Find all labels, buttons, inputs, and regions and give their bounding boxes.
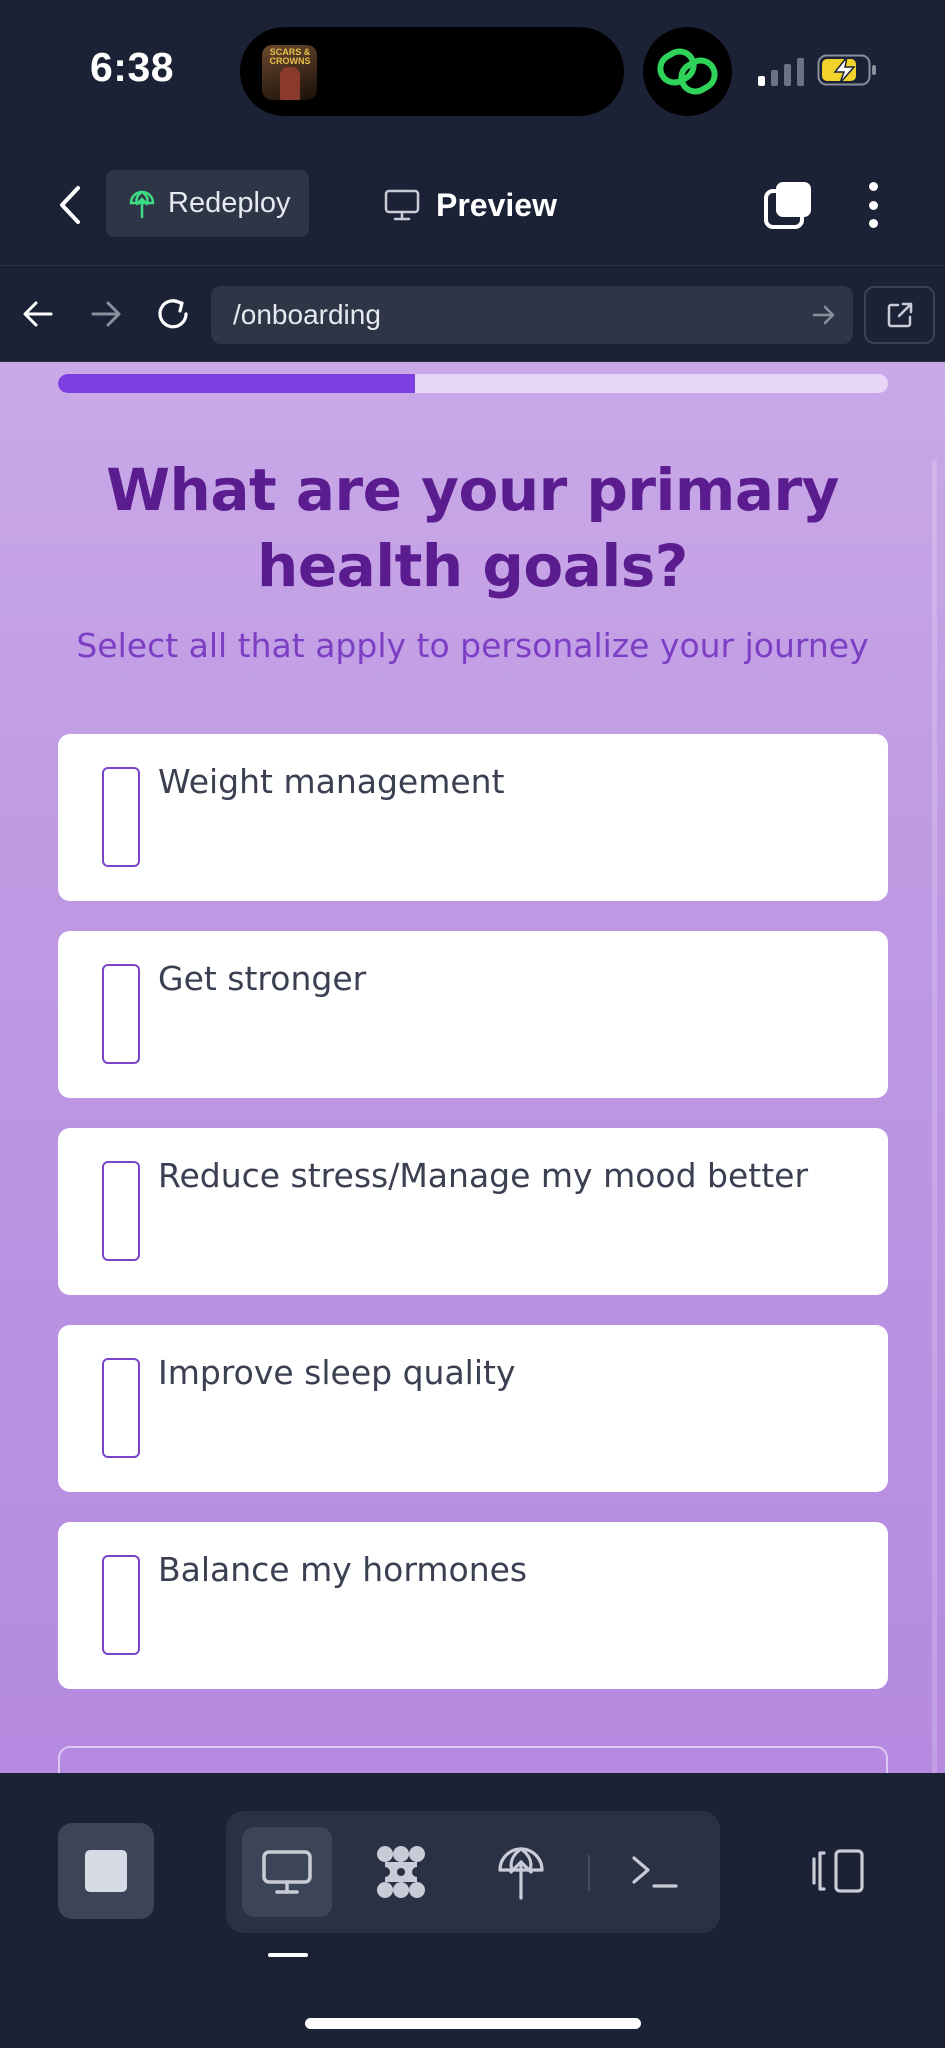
arrow-left-icon bbox=[23, 301, 53, 327]
deploy-globe-icon bbox=[498, 1847, 544, 1900]
goal-option-label: Reduce stress/Manage my mood better bbox=[158, 1156, 809, 1195]
goal-option-stress[interactable]: Reduce stress/Manage my mood better bbox=[58, 1128, 888, 1295]
mode-switcher bbox=[226, 1811, 720, 1933]
more-options-button[interactable] bbox=[858, 179, 888, 231]
preview-tab[interactable]: Preview bbox=[384, 175, 557, 235]
toggle-panel-button[interactable] bbox=[808, 1843, 868, 1899]
link-activity-indicator[interactable] bbox=[643, 27, 732, 116]
redeploy-button[interactable]: Redeploy bbox=[106, 170, 309, 237]
mode-desktop-preview[interactable] bbox=[242, 1827, 332, 1917]
dynamic-island[interactable]: SCARS & CROWNS bbox=[240, 27, 624, 116]
mode-console[interactable] bbox=[610, 1827, 700, 1917]
more-dot-icon bbox=[868, 182, 878, 191]
reload-button[interactable] bbox=[151, 292, 195, 336]
goal-option-sleep[interactable]: Improve sleep quality bbox=[58, 1325, 888, 1492]
terminal-icon bbox=[632, 1856, 678, 1888]
chevron-left-icon bbox=[60, 186, 80, 224]
active-mode-indicator bbox=[268, 1953, 308, 1957]
more-dot-icon bbox=[868, 200, 878, 210]
battery-charging-icon bbox=[817, 54, 876, 86]
content-scrollbar[interactable] bbox=[932, 460, 937, 1773]
browser-back-button[interactable] bbox=[16, 292, 60, 336]
album-art-text: SCARS & CROWNS bbox=[269, 47, 311, 66]
goal-checkbox[interactable] bbox=[102, 767, 140, 867]
stop-icon bbox=[85, 1850, 127, 1892]
goal-option-label: Weight management bbox=[158, 762, 505, 801]
arrow-right-icon bbox=[91, 301, 121, 327]
browser-forward-button[interactable] bbox=[84, 292, 128, 336]
open-external-button[interactable] bbox=[864, 286, 935, 344]
back-button[interactable] bbox=[48, 175, 92, 235]
goal-checkbox[interactable] bbox=[102, 1358, 140, 1458]
status-time: 6:38 bbox=[90, 44, 175, 90]
sidebar-toggle-icon bbox=[812, 1849, 864, 1893]
goal-option-strength[interactable]: Get stronger bbox=[58, 931, 888, 1098]
bottom-toolbar bbox=[0, 1773, 945, 2048]
agent-blob-icon bbox=[377, 1846, 425, 1898]
reload-icon bbox=[158, 299, 188, 329]
page-subtitle: Select all that apply to personalize you… bbox=[76, 626, 869, 665]
browser-url-row: /onboarding bbox=[0, 265, 945, 362]
redeploy-label: Redeploy bbox=[168, 187, 291, 219]
cellular-signal-icon bbox=[758, 58, 804, 86]
now-playing-album-art[interactable]: SCARS & CROWNS bbox=[262, 45, 317, 100]
goal-option-label: Get stronger bbox=[158, 959, 367, 998]
preview-label: Preview bbox=[436, 186, 557, 223]
url-input[interactable]: /onboarding bbox=[211, 286, 853, 344]
mode-agent[interactable] bbox=[356, 1827, 446, 1917]
tabs-switcher-icon[interactable] bbox=[762, 179, 814, 231]
page-title: What are your primary health goals? bbox=[106, 456, 839, 600]
goal-option-hormones[interactable]: Balance my hormones bbox=[58, 1522, 888, 1689]
goal-checkbox[interactable] bbox=[102, 1555, 140, 1655]
goal-option-weight[interactable]: Weight management bbox=[58, 734, 888, 901]
stop-button[interactable] bbox=[58, 1823, 154, 1919]
url-text: /onboarding bbox=[233, 299, 381, 330]
home-indicator[interactable] bbox=[305, 2018, 641, 2029]
monitor-icon bbox=[384, 189, 420, 221]
goal-option-label: Balance my hormones bbox=[158, 1550, 528, 1589]
top-nav: Redeploy Preview bbox=[0, 145, 945, 265]
mode-deploy[interactable] bbox=[476, 1827, 566, 1917]
app-root: 6:38 SCARS & CROWNS Redeploy Preview /on… bbox=[0, 0, 945, 2048]
mode-divider bbox=[588, 1855, 590, 1891]
status-bar: 6:38 SCARS & CROWNS bbox=[0, 0, 945, 145]
progress-bar-fill bbox=[58, 374, 415, 393]
continue-button-partial[interactable] bbox=[58, 1746, 888, 1773]
onboarding-progress-bar bbox=[58, 374, 888, 393]
deploy-globe-icon bbox=[129, 190, 155, 218]
external-link-icon bbox=[887, 302, 912, 328]
go-arrow-icon[interactable] bbox=[811, 300, 837, 330]
link-icon bbox=[657, 48, 718, 95]
monitor-icon bbox=[262, 1850, 312, 1894]
preview-content: What are your primary health goals? Sele… bbox=[0, 362, 945, 1773]
more-dot-icon bbox=[868, 219, 878, 228]
goal-checkbox[interactable] bbox=[102, 1161, 140, 1261]
goal-checkbox[interactable] bbox=[102, 964, 140, 1064]
goal-option-label: Improve sleep quality bbox=[158, 1353, 516, 1392]
